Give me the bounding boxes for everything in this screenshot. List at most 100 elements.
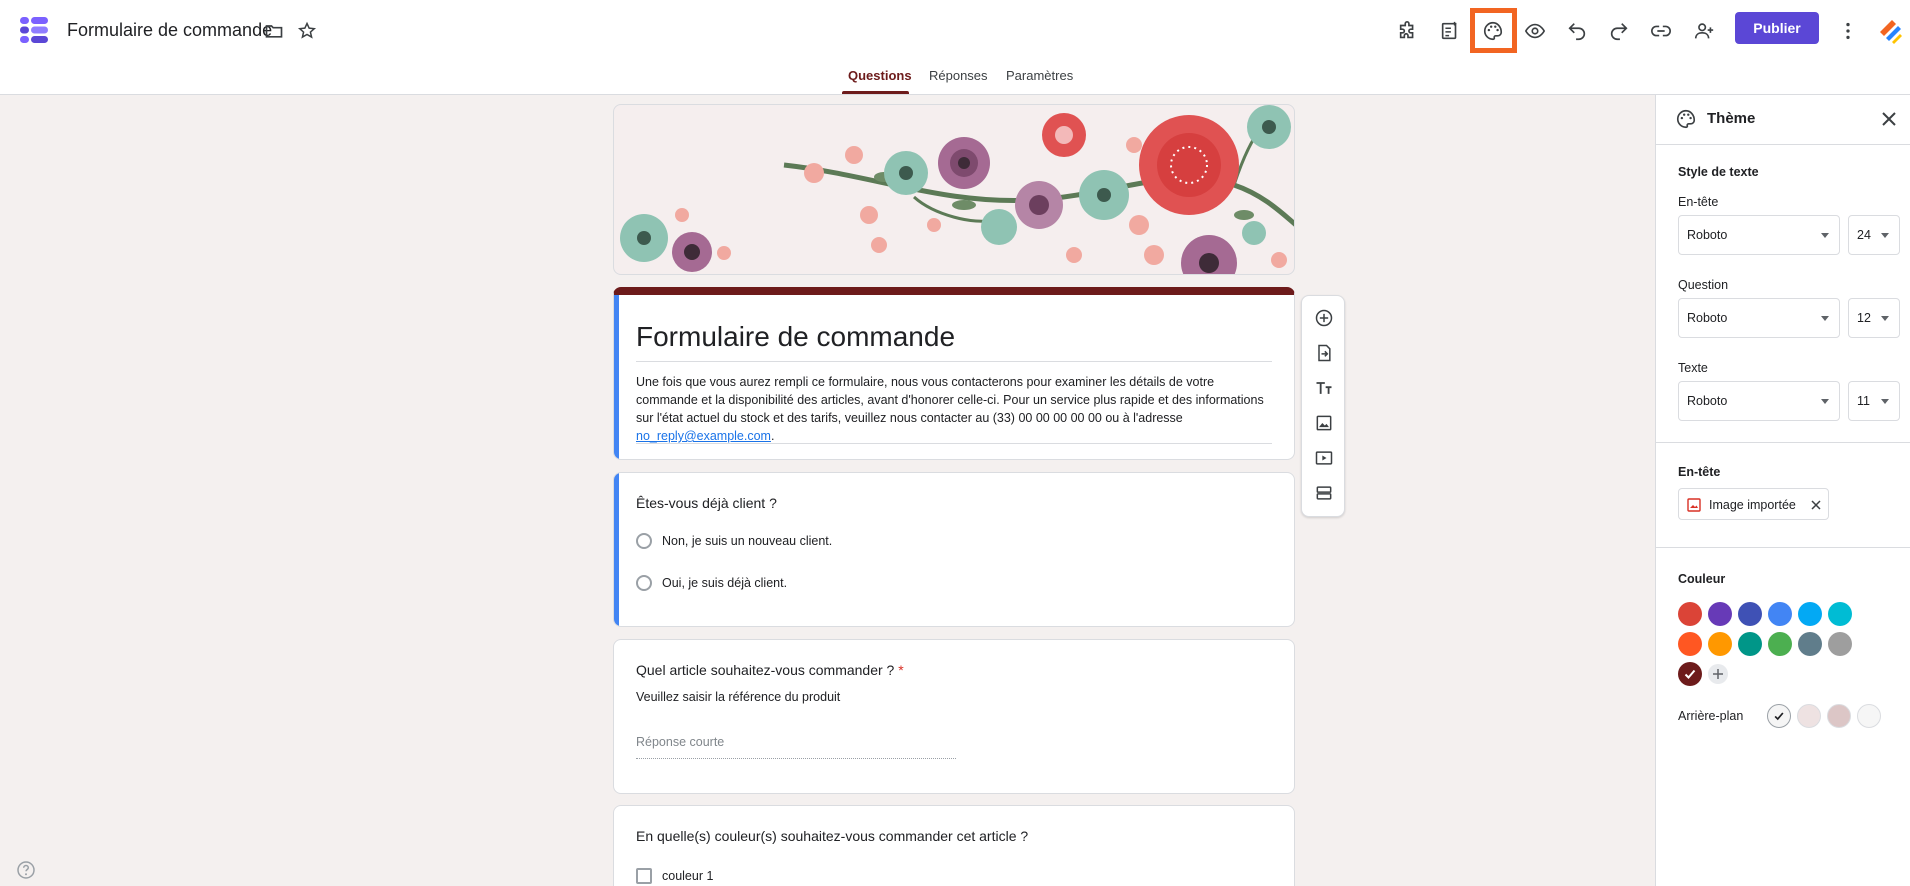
select-value: Roboto (1687, 228, 1728, 242)
text-font-select[interactable]: Roboto (1678, 381, 1840, 421)
radio-button[interactable] (636, 575, 652, 591)
color-swatch-maroon-selected[interactable] (1678, 662, 1702, 686)
short-answer-field[interactable]: Réponse courte (636, 735, 956, 759)
publish-button[interactable]: Publier (1735, 12, 1819, 44)
top-bar: Formulaire de commande Publier Questions (0, 0, 1910, 95)
tab-bar: Questions Réponses Paramètres (0, 62, 1910, 95)
header-image-chip[interactable]: Image importée (1678, 488, 1829, 520)
note-icon[interactable] (1435, 16, 1465, 46)
tab-questions[interactable]: Questions (848, 68, 912, 83)
redo-icon[interactable] (1604, 16, 1634, 46)
question-title: Êtes-vous déjà client ? (636, 495, 777, 511)
description-end: . (770, 429, 775, 443)
active-tab-indicator (842, 91, 909, 94)
background-swatch-light-pink[interactable] (1797, 704, 1821, 728)
puzzle-icon[interactable] (1393, 16, 1423, 46)
question-card-existing-client[interactable]: Êtes-vous déjà client ? Non, je suis un … (613, 472, 1295, 627)
form-description[interactable]: Une fois que vous aurez rempli ce formul… (636, 373, 1276, 445)
form-title[interactable]: Formulaire de commande (636, 321, 955, 353)
color-swatch-purple[interactable] (1708, 602, 1732, 626)
panel-title: Thème (1707, 110, 1756, 127)
option-label: Oui, je suis déjà client. (662, 576, 788, 590)
color-swatch-green[interactable] (1768, 632, 1792, 656)
dropdown-caret-icon (1821, 233, 1829, 238)
link-icon[interactable] (1646, 16, 1676, 46)
section-divider (1656, 442, 1910, 443)
text-size-select[interactable]: 11 (1848, 381, 1900, 421)
check-icon (1774, 712, 1784, 721)
dropdown-caret-icon (1881, 399, 1889, 404)
radio-option[interactable]: Non, je suis un nouveau client. (636, 531, 832, 551)
background-swatch-dusty-pink[interactable] (1827, 704, 1851, 728)
image-icon (1687, 498, 1701, 512)
eye-icon[interactable] (1520, 16, 1550, 46)
background-swatch-selected[interactable] (1767, 704, 1791, 728)
tab-settings[interactable]: Paramètres (1006, 68, 1073, 83)
remove-icon[interactable] (1809, 498, 1823, 512)
color-swatch-red[interactable] (1678, 602, 1702, 626)
palette-highlight-box (1470, 8, 1517, 53)
folder-icon[interactable] (263, 20, 285, 42)
question-font-select[interactable]: Roboto (1678, 298, 1840, 338)
form-title-card[interactable]: Formulaire de commande Une fois que vous… (613, 287, 1295, 460)
required-mark: * (898, 662, 904, 678)
select-value: Roboto (1687, 311, 1728, 325)
color-swatch-blue[interactable] (1768, 602, 1792, 626)
dropdown-caret-icon (1881, 233, 1889, 238)
star-icon[interactable] (296, 20, 318, 42)
close-icon[interactable] (1879, 109, 1899, 129)
color-section-title: Couleur (1678, 572, 1726, 586)
add-color-button[interactable] (1708, 664, 1728, 684)
title-underline (636, 361, 1272, 362)
image-icon[interactable] (1312, 411, 1336, 435)
select-value: Roboto (1687, 394, 1728, 408)
background-label: Arrière-plan (1678, 709, 1744, 723)
checkbox[interactable] (636, 868, 652, 884)
radio-option[interactable]: Oui, je suis déjà client. (636, 573, 787, 593)
color-swatch-orange[interactable] (1708, 632, 1732, 656)
forms-logo-icon[interactable] (18, 14, 50, 46)
option-label: couleur 1 (662, 869, 714, 883)
color-swatch-indigo[interactable] (1738, 602, 1762, 626)
color-swatch-cyan[interactable] (1828, 602, 1852, 626)
background-swatch-light-grey[interactable] (1857, 704, 1881, 728)
color-swatch-blue-grey[interactable] (1798, 632, 1822, 656)
heading-font-label: En-tête (1678, 195, 1719, 209)
email-link[interactable]: no_reply@example.com (636, 429, 771, 443)
description-underline (636, 443, 1272, 444)
floating-toolbar (1301, 295, 1345, 517)
select-value: 12 (1857, 311, 1871, 325)
help-icon[interactable] (16, 860, 36, 880)
color-swatch-grey[interactable] (1828, 632, 1852, 656)
video-icon[interactable] (1312, 446, 1336, 470)
heading-size-select[interactable]: 24 (1848, 215, 1900, 255)
color-swatch-light-blue[interactable] (1798, 602, 1822, 626)
color-swatch-teal[interactable] (1738, 632, 1762, 656)
color-swatch-deep-orange[interactable] (1678, 632, 1702, 656)
question-help-text: Veuillez saisir la référence du produit (636, 690, 841, 704)
tab-responses[interactable]: Réponses (929, 68, 988, 83)
question-title: Quel article souhaitez-vous commander ? … (636, 662, 904, 678)
radio-button[interactable] (636, 533, 652, 549)
more-vert-icon[interactable] (1833, 16, 1863, 46)
question-card-article[interactable]: Quel article souhaitez-vous commander ? … (613, 639, 1295, 794)
title-icon[interactable] (1312, 376, 1336, 400)
checkbox-option[interactable]: couleur 1 (636, 868, 713, 884)
heading-font-select[interactable]: Roboto (1678, 215, 1840, 255)
undo-icon[interactable] (1562, 16, 1592, 46)
description-text: Une fois que vous aurez rempli ce formul… (636, 375, 1264, 425)
select-value: 24 (1857, 228, 1871, 242)
import-icon[interactable] (1312, 341, 1336, 365)
dropdown-caret-icon (1821, 399, 1829, 404)
question-title: En quelle(s) couleur(s) souhaitez-vous c… (636, 828, 1029, 844)
palette-icon (1677, 109, 1696, 129)
question-size-select[interactable]: 12 (1848, 298, 1900, 338)
add-person-icon[interactable] (1689, 16, 1719, 46)
add-circle-icon[interactable] (1312, 306, 1336, 330)
section-icon[interactable] (1312, 481, 1336, 505)
check-icon (1684, 669, 1696, 679)
document-title[interactable]: Formulaire de commande (67, 20, 272, 41)
question-font-label: Question (1678, 278, 1729, 292)
question-card-colors[interactable]: En quelle(s) couleur(s) souhaitez-vous c… (613, 805, 1295, 886)
brand-logo-icon[interactable] (1876, 16, 1904, 44)
